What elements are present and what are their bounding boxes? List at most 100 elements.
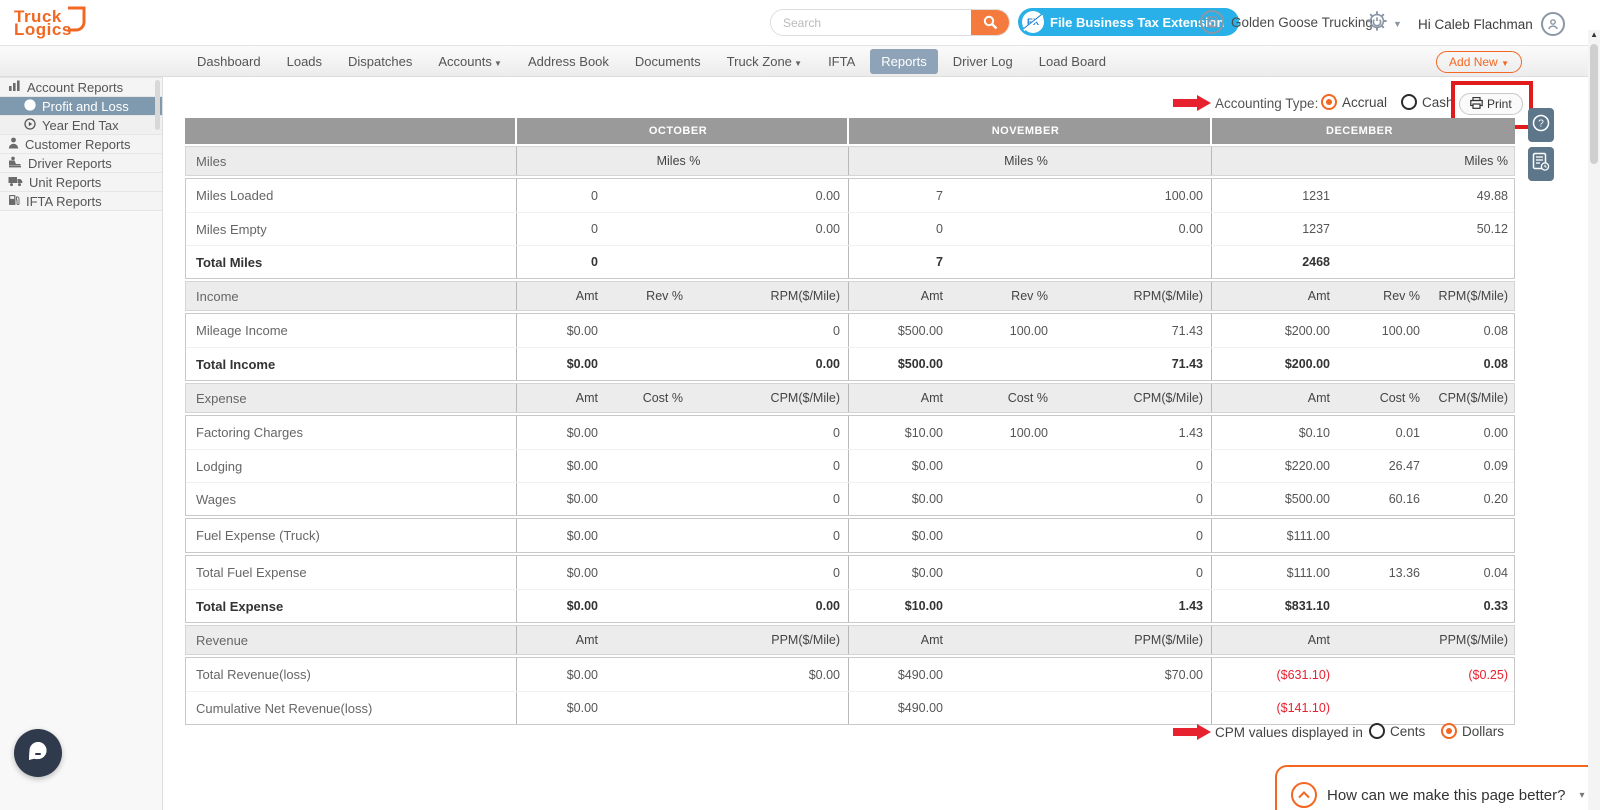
nav-item-driver-log[interactable]: Driver Log <box>942 49 1024 74</box>
value-cell: 0 <box>516 213 606 245</box>
value-cell <box>606 246 691 278</box>
sub-header: Amt <box>848 384 951 412</box>
bar-chart-icon <box>8 80 21 95</box>
section-header-miles: Miles Miles % Miles % Miles % <box>185 146 1515 176</box>
value-cell <box>1338 213 1428 245</box>
sidebar-scrollbar[interactable] <box>155 80 160 130</box>
row-label: Fuel Expense (Truck) <box>196 528 320 543</box>
table-row-total-income: Total Income $0.00 0.00 $500.00 71.43 $200.00… <box>186 347 1514 380</box>
nav-item-dashboard[interactable]: Dashboard <box>186 49 272 74</box>
sidebar-item-unit-reports[interactable]: Unit Reports <box>0 173 162 192</box>
truck-outline-icon <box>66 4 100 41</box>
section-label: Income <box>196 288 239 304</box>
value-cell: $111.00 <box>1211 556 1338 589</box>
sidebar-item-account-reports[interactable]: Account Reports <box>0 78 162 97</box>
value-cell: 1237 <box>1211 213 1338 245</box>
table-group: Mileage Income $0.00 0 $500.00 100.00 71.43 $2… <box>185 313 1515 381</box>
help-button[interactable]: ? <box>1528 108 1554 142</box>
sidebar-item-ifta-reports[interactable]: IFTA Reports <box>0 192 162 211</box>
nav-item-load-board[interactable]: Load Board <box>1028 49 1117 74</box>
sidebar-item-label: Driver Reports <box>28 155 112 171</box>
user-menu[interactable]: Hi Caleb Flachman <box>1418 12 1565 36</box>
section-label: Miles <box>196 153 227 169</box>
cash-radio[interactable]: Cash <box>1401 94 1454 110</box>
chat-launcher[interactable] <box>14 729 62 777</box>
sidebar-item-driver-reports[interactable]: Driver Reports <box>0 154 162 173</box>
user-avatar-icon <box>1540 12 1565 36</box>
value-cell <box>951 658 1056 691</box>
value-cell <box>606 450 691 482</box>
value-cell: $0.00 <box>516 658 606 691</box>
scroll-up-arrow-icon[interactable]: ▲ <box>1590 30 1598 39</box>
value-cell: $0.00 <box>516 590 606 622</box>
sidebar-item-label: Unit Reports <box>29 174 102 190</box>
accrual-radio[interactable]: Accrual <box>1321 94 1387 110</box>
search-button[interactable] <box>971 10 1009 35</box>
value-cell: 0.00 <box>1483 425 1508 440</box>
row-label: Wages <box>196 491 236 507</box>
document-history-icon <box>1532 152 1550 177</box>
sub-header: Cost % <box>1379 391 1420 405</box>
value-cell <box>951 348 1056 380</box>
cpm-display-label: CPM values displayed in <box>1215 725 1363 740</box>
sub-header <box>951 626 1056 654</box>
nav-item-accounts[interactable]: Accounts ▼ <box>427 49 513 74</box>
feedback-widget[interactable]: How can we make this page better? ▾ <box>1275 765 1600 810</box>
value-cell: $0.00 <box>516 692 606 724</box>
report-history-button[interactable] <box>1528 147 1554 181</box>
search-bar <box>770 9 1010 36</box>
value-cell <box>606 658 691 691</box>
value-cell: $10.00 <box>848 416 951 449</box>
radio-dot-icon <box>1321 94 1337 110</box>
value-cell: 0 <box>833 565 840 580</box>
value-cell <box>1428 519 1516 552</box>
nav-item-loads[interactable]: Loads <box>276 49 333 74</box>
nav-item-ifta[interactable]: IFTA <box>817 49 866 74</box>
sub-header: PPM($/Mile) <box>771 633 840 647</box>
nav-item-reports[interactable]: Reports <box>870 48 938 74</box>
value-cell <box>606 213 691 245</box>
trucklogics-logo[interactable]: Truck Logics <box>14 4 100 41</box>
nav-item-dispatches[interactable]: Dispatches <box>337 49 423 74</box>
scrollbar-thumb[interactable] <box>1590 44 1598 164</box>
dollars-radio[interactable]: Dollars <box>1441 723 1504 739</box>
nav-item-address-book[interactable]: Address Book <box>517 49 620 74</box>
company-switcher[interactable]: Golden Goose Trucking <box>1200 10 1373 34</box>
chevron-down-icon: ▼ <box>791 58 803 68</box>
value-cell: 0.04 <box>1483 565 1508 580</box>
month-header-spacer <box>185 118 515 144</box>
sub-header: Amt <box>1211 384 1338 412</box>
value-cell: 1.43 <box>1178 425 1203 440</box>
value-cell: $0.00 <box>516 519 606 552</box>
feedback-text: How can we make this page better? <box>1327 786 1566 804</box>
sidebar-item-year-end-tax[interactable]: Year End Tax <box>0 116 162 135</box>
chevron-down-icon: ▼ <box>491 58 502 68</box>
company-name: Golden Goose Trucking <box>1231 14 1373 30</box>
table-row-cumulative-net-revenue-loss-: Cumulative Net Revenue(loss) $0.00 $490.00… <box>186 691 1514 724</box>
value-cell: ($631.10) <box>1211 658 1338 691</box>
sub-header: Miles % <box>516 147 848 175</box>
value-cell <box>951 213 1056 245</box>
fuel-pump-icon <box>8 194 20 209</box>
row-label: Factoring Charges <box>196 425 303 440</box>
print-button[interactable]: Print <box>1459 93 1523 115</box>
add-new-button[interactable]: Add New ▼ <box>1436 51 1522 73</box>
chevron-up-circle-icon <box>1291 782 1317 808</box>
search-input[interactable] <box>771 10 971 35</box>
value-cell: 0 <box>1196 459 1203 473</box>
cents-radio[interactable]: Cents <box>1369 723 1425 739</box>
value-cell: 60.16 <box>1388 492 1420 506</box>
value-cell: 100.00 <box>1164 188 1203 203</box>
sidebar-item-customer-reports[interactable]: Customer Reports <box>0 135 162 154</box>
sidebar-item-profit-and-loss[interactable]: Profit and Loss <box>0 97 162 116</box>
value-cell: $500.00 <box>848 314 951 347</box>
value-cell: $0.00 <box>516 483 606 515</box>
report-main: Accounting Type: Accrual Cash Print OCTO… <box>163 77 1600 810</box>
nav-item-truck-zone[interactable]: Truck Zone ▼ <box>716 49 813 74</box>
value-cell <box>1338 348 1428 380</box>
value-cell: 0.00 <box>1178 222 1203 236</box>
nav-item-documents[interactable]: Documents <box>624 49 712 74</box>
section-label: Expense <box>196 390 247 406</box>
settings-menu[interactable]: ▼ <box>1366 10 1402 37</box>
value-cell: $111.00 <box>1211 519 1338 552</box>
